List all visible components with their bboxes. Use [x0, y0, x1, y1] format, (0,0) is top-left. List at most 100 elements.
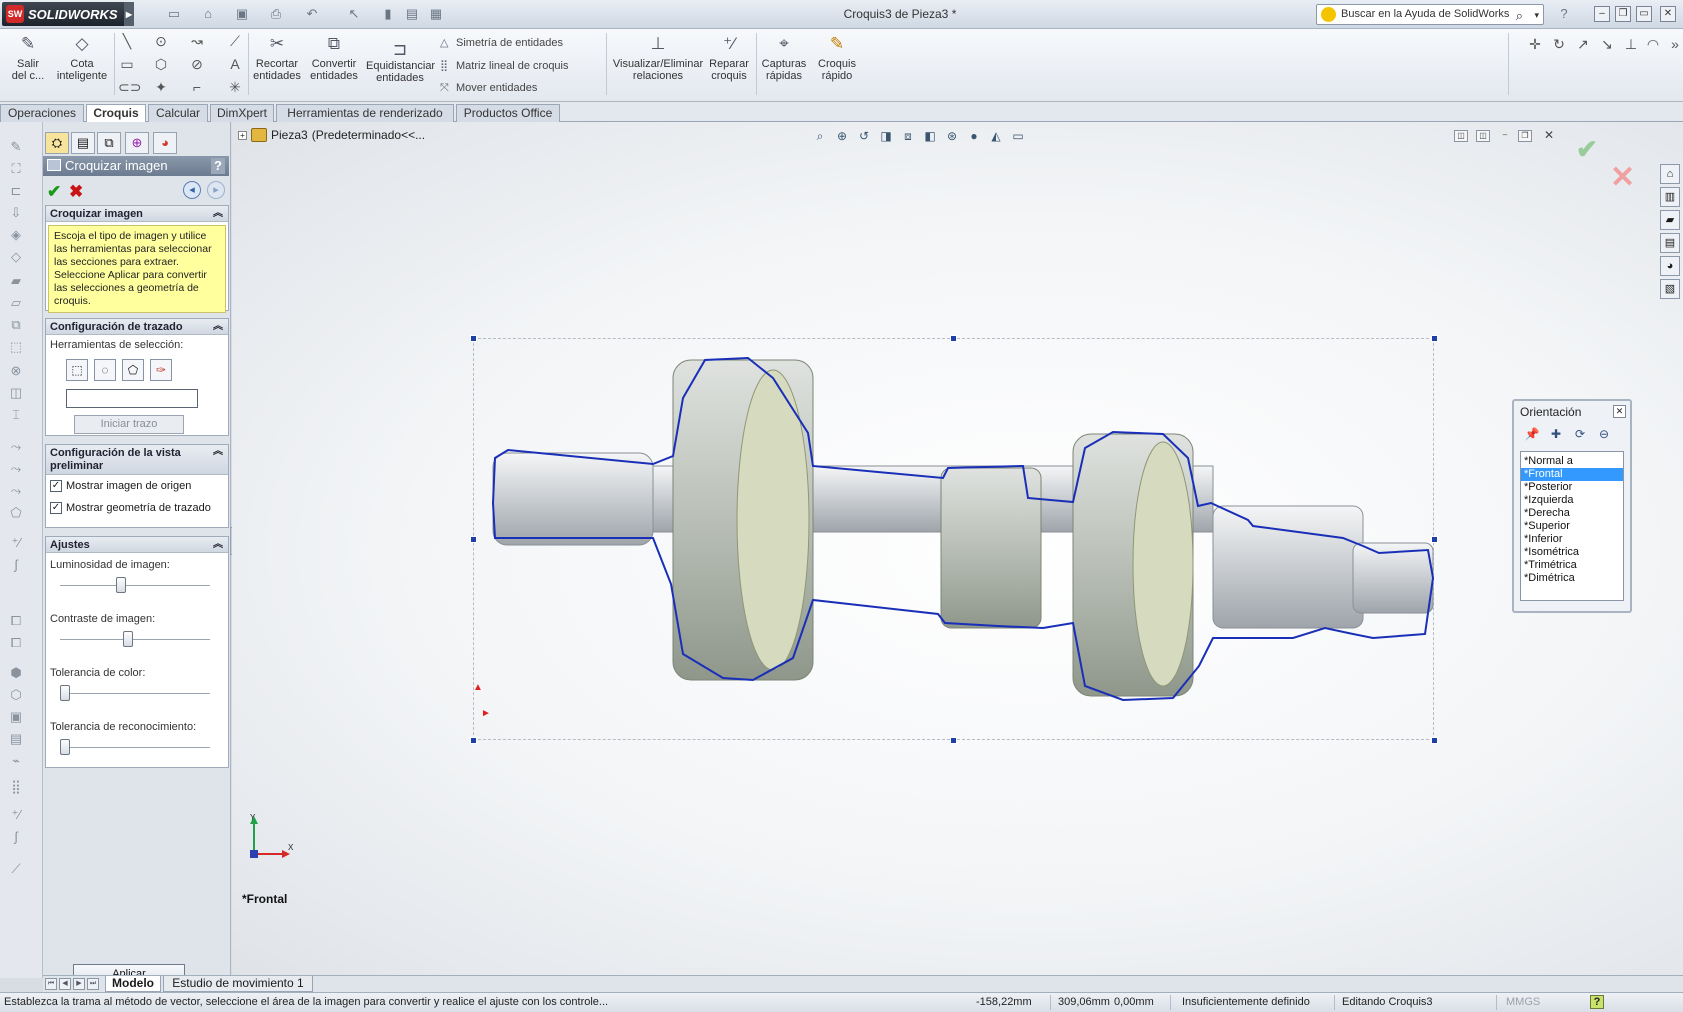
open-document-icon[interactable]: ⌂: [200, 6, 216, 22]
resize-handle[interactable]: [950, 737, 957, 744]
group-header[interactable]: Ajustes ︽: [46, 537, 228, 553]
edit-appearance-icon[interactable]: ●: [966, 128, 982, 144]
arc-icon[interactable]: ↝: [188, 32, 206, 50]
options-icon[interactable]: ▦: [428, 6, 444, 22]
collapse-icon[interactable]: ︽: [213, 206, 223, 222]
orientation-title-bar[interactable]: Orientación ✕: [1514, 401, 1630, 423]
resize-handle[interactable]: [1431, 737, 1438, 744]
confirmation-cancel-icon[interactable]: ✕: [1610, 160, 1635, 195]
tool-icon[interactable]: ⊏: [6, 182, 26, 200]
fillet-icon[interactable]: ⌐: [188, 78, 206, 96]
slider-thumb[interactable]: [116, 577, 126, 593]
arrow-up-right-icon[interactable]: ↗: [1574, 35, 1592, 53]
orientation-item[interactable]: *Dimétrica: [1521, 572, 1623, 585]
update-view-icon[interactable]: ⟳: [1572, 427, 1588, 443]
tile-button[interactable]: ▭: [1636, 6, 1652, 22]
resize-handle[interactable]: [950, 335, 957, 342]
tool-icon[interactable]: ▣: [6, 708, 26, 726]
apply-scene-icon[interactable]: ◭: [988, 128, 1004, 144]
new-view-icon[interactable]: ✚: [1548, 427, 1564, 443]
tool-icon[interactable]: ⌶: [6, 406, 26, 424]
color-field[interactable]: [66, 389, 198, 408]
tab-productos-office[interactable]: Productos Office: [456, 104, 560, 122]
tool-icon[interactable]: ✎: [6, 138, 26, 156]
orientation-item[interactable]: *Posterior: [1521, 481, 1623, 494]
rectangle-icon[interactable]: ▭: [118, 55, 136, 73]
confirmation-ok-icon[interactable]: ✔: [1576, 134, 1598, 165]
tool-icon[interactable]: ▤: [6, 730, 26, 748]
slider-thumb[interactable]: [60, 739, 70, 755]
tab-estudio-movimiento[interactable]: Estudio de movimiento 1: [163, 976, 313, 992]
tool-icon[interactable]: ⧉: [6, 316, 26, 334]
print-icon[interactable]: ⎙: [268, 6, 284, 22]
help-search-input[interactable]: Buscar en la Ayuda de SolidWorks ⌕ ▾: [1316, 4, 1544, 25]
tab-dimxpert[interactable]: DimXpert: [210, 104, 274, 122]
next-tab-icon[interactable]: ▶: [73, 978, 85, 990]
ellipse-icon[interactable]: ⊘: [188, 55, 206, 73]
next-step-button[interactable]: ▸: [207, 181, 225, 199]
orientation-item[interactable]: *Trimétrica: [1521, 559, 1623, 572]
brightness-slider[interactable]: [60, 577, 210, 593]
resize-handle[interactable]: [1431, 335, 1438, 342]
show-source-image-checkbox[interactable]: ✓ Mostrar imagen de origen: [46, 475, 228, 497]
tool-icon[interactable]: ⊗: [6, 362, 26, 380]
collapse-icon[interactable]: ︽: [213, 537, 223, 553]
feature-tree-flyout[interactable]: + Pieza3 (Predeterminado<<...: [238, 128, 425, 142]
menu-flyout-arrow-icon[interactable]: ▶: [124, 2, 134, 26]
previous-view-icon[interactable]: ↺: [856, 128, 872, 144]
tool-icon[interactable]: ▰: [6, 272, 26, 290]
viewport-split-icon[interactable]: ◫: [1454, 130, 1468, 142]
exit-sketch-button[interactable]: ✎ Salir del c...: [8, 33, 48, 82]
orientation-item[interactable]: *Inferior: [1521, 533, 1623, 546]
viewport-minimize-icon[interactable]: –: [1498, 130, 1512, 142]
resize-handle[interactable]: [470, 737, 477, 744]
tool-icon[interactable]: ∫: [6, 556, 26, 574]
polygon-select-icon[interactable]: ⬠: [122, 359, 144, 381]
undo-icon[interactable]: ↶: [304, 6, 320, 22]
orientation-item[interactable]: *Frontal: [1521, 468, 1623, 481]
view-settings-icon[interactable]: ▭: [1010, 128, 1026, 144]
zoom-to-fit-icon[interactable]: ⌕: [812, 128, 828, 144]
tool-icon[interactable]: ⬚: [6, 338, 26, 356]
tool-icon[interactable]: ⤳: [6, 438, 26, 456]
smart-dimension-button[interactable]: ◇ Cota inteligente: [54, 33, 110, 82]
tool-icon[interactable]: ⛶: [6, 160, 26, 178]
rebuild-icon[interactable]: ▮: [380, 6, 396, 22]
file-properties-icon[interactable]: ▤: [404, 6, 420, 22]
recognition-tolerance-slider[interactable]: [60, 739, 210, 755]
polygon-icon[interactable]: ⬡: [152, 55, 170, 73]
pin-icon[interactable]: 📌: [1524, 427, 1540, 443]
anchor-icon[interactable]: ⊥: [1622, 35, 1640, 53]
move-entities-button[interactable]: ⤧ Mover entidades: [440, 82, 537, 95]
chevron-right-icon[interactable]: »: [1666, 35, 1683, 53]
search-icon[interactable]: ⌕: [1516, 6, 1523, 25]
solidworks-menu-button[interactable]: SW SOLIDWORKS ▶: [2, 2, 134, 26]
tool-icon[interactable]: ⌁: [6, 752, 26, 770]
last-tab-icon[interactable]: ⏭: [87, 978, 99, 990]
tool-icon[interactable]: ◇: [6, 248, 26, 266]
arrow-down-right-icon[interactable]: ↘: [1598, 35, 1616, 53]
tool-icon[interactable]: ⬠: [6, 504, 26, 522]
display-manager-tab-icon[interactable]: ◕: [153, 132, 177, 154]
tab-calcular[interactable]: Calcular: [148, 104, 208, 122]
linear-pattern-button[interactable]: ⣿ Matriz lineal de croquis: [440, 59, 569, 72]
chevron-down-icon[interactable]: ▾: [1534, 6, 1539, 25]
slot-icon[interactable]: ⊂⊃: [118, 78, 141, 96]
tool-icon[interactable]: ◫: [6, 384, 26, 402]
group-header[interactable]: Configuración de trazado ︽: [46, 319, 228, 335]
status-units[interactable]: MMGS: [1506, 996, 1540, 1008]
tool-icon[interactable]: ⧠: [6, 612, 26, 630]
spline-icon[interactable]: ⟋: [226, 32, 244, 50]
cancel-button[interactable]: ✖: [69, 182, 83, 202]
tool-icon[interactable]: ⟋: [6, 860, 26, 878]
help-icon[interactable]: ?: [1556, 6, 1572, 22]
slider-thumb[interactable]: [60, 685, 70, 701]
save-icon[interactable]: ▣: [234, 6, 250, 22]
tool-icon[interactable]: ⧠: [6, 634, 26, 652]
contrast-slider[interactable]: [60, 631, 210, 647]
tool-icon[interactable]: ∫: [6, 828, 26, 846]
orientation-item[interactable]: *Normal a: [1521, 455, 1623, 468]
viewport-close-icon[interactable]: ✕: [1542, 129, 1556, 142]
text-icon[interactable]: A: [226, 55, 244, 73]
tool-icon[interactable]: ⬡: [6, 686, 26, 704]
